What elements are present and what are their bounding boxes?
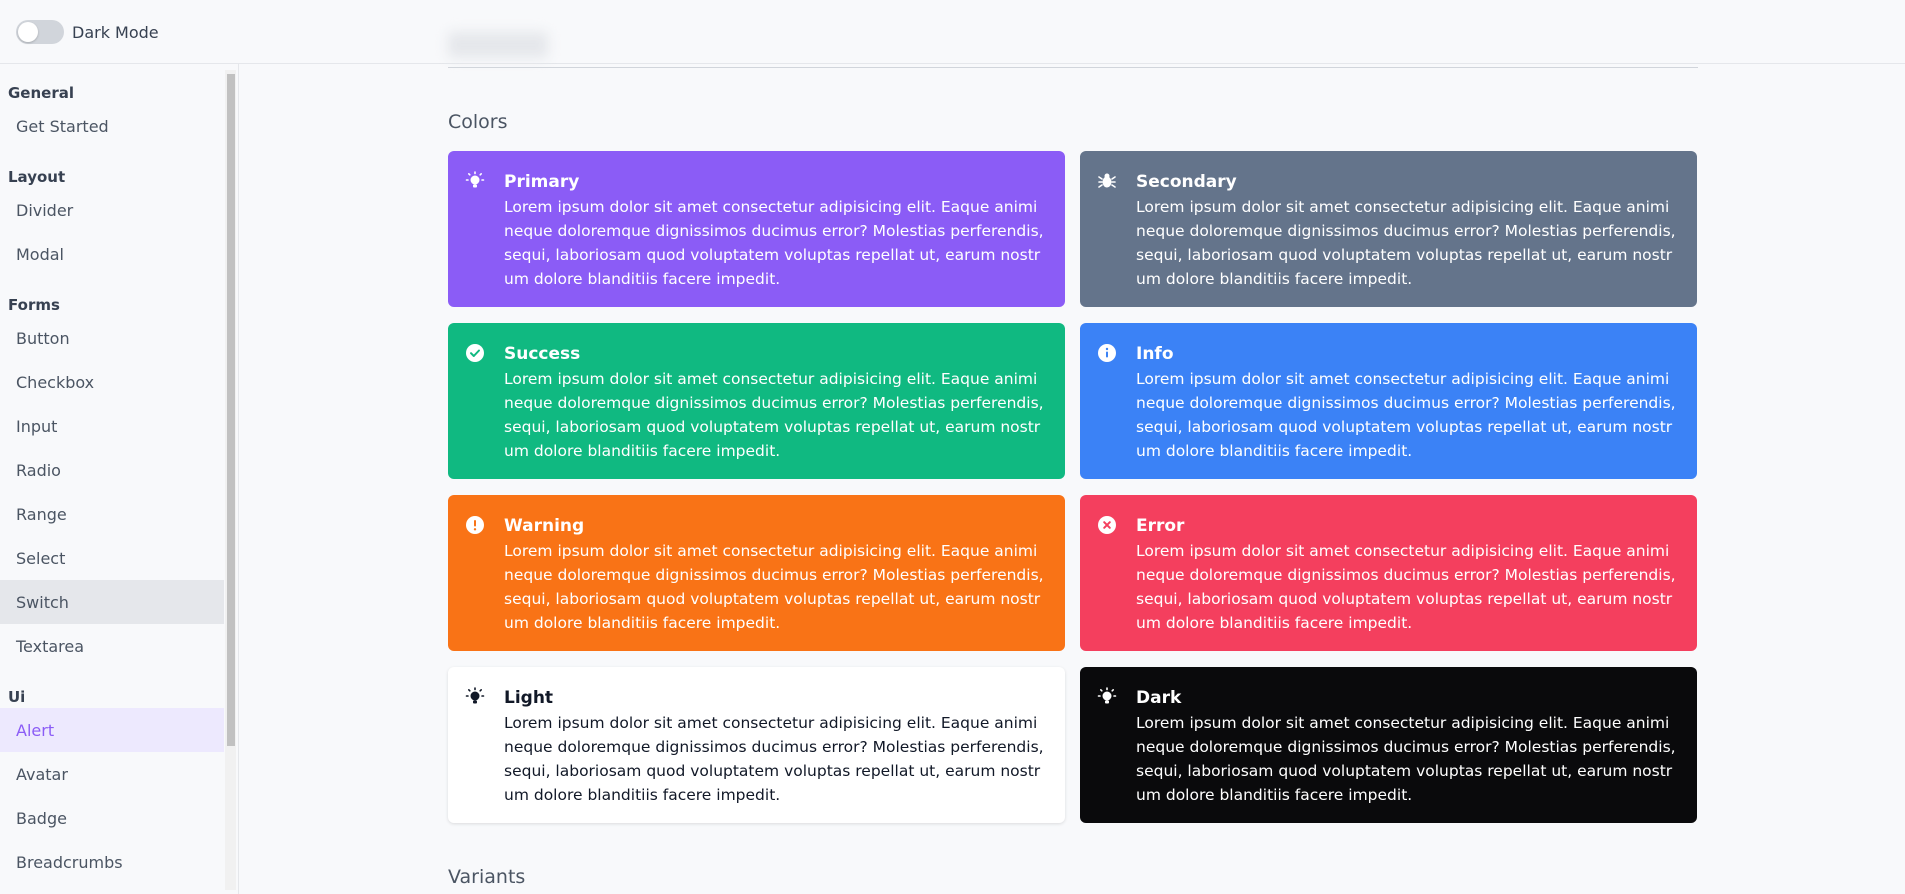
sidebar-item-select[interactable]: Select (0, 536, 224, 580)
sidebar-item-input[interactable]: Input (0, 404, 224, 448)
sidebar-item-range[interactable]: Range (0, 492, 224, 536)
lightbulb-icon (465, 171, 485, 191)
dark-mode-control: Dark Mode (16, 20, 159, 44)
alert-text: Lorem ipsum dolor sit amet consectetur a… (1136, 714, 1676, 804)
sidebar-item-textarea[interactable]: Textarea (0, 624, 224, 668)
exclamation-circle-icon (465, 515, 485, 535)
alert-text: Lorem ipsum dolor sit amet consectetur a… (504, 714, 1044, 804)
sidebar-item-modal[interactable]: Modal (0, 232, 224, 276)
alert-text: Lorem ipsum dolor sit amet consectetur a… (504, 370, 1044, 460)
alert-text: Lorem ipsum dolor sit amet consectetur a… (1136, 198, 1676, 288)
alert-text: Lorem ipsum dolor sit amet consectetur a… (504, 542, 1044, 632)
alert-info: Info Lorem ipsum dolor sit amet consecte… (1080, 323, 1697, 479)
alert-secondary: Secondary Lorem ipsum dolor sit amet con… (1080, 151, 1697, 307)
alert-title: Dark (1136, 688, 1182, 708)
title-divider (448, 67, 1698, 68)
sidebar: General Get Started Layout Divider Modal… (0, 64, 239, 894)
alert-light: Light Lorem ipsum dolor sit amet consect… (448, 667, 1065, 823)
alert-success: Success Lorem ipsum dolor sit amet conse… (448, 323, 1065, 479)
sidebar-section-layout: Layout (8, 168, 66, 186)
alert-dark: Dark Lorem ipsum dolor sit amet consecte… (1080, 667, 1697, 823)
alert-title: Secondary (1136, 172, 1237, 192)
top-bar: Dark Mode (0, 0, 1905, 64)
alert-title: Info (1136, 344, 1174, 364)
sidebar-item-badge[interactable]: Badge (0, 796, 224, 840)
colors-heading: Colors (448, 111, 508, 133)
alert-title: Primary (504, 172, 580, 192)
sidebar-item-radio[interactable]: Radio (0, 448, 224, 492)
page-title-blurred (448, 32, 548, 58)
sidebar-section-ui: Ui (8, 688, 26, 706)
alert-text: Lorem ipsum dolor sit amet consectetur a… (504, 198, 1044, 288)
alert-text: Lorem ipsum dolor sit amet consectetur a… (1136, 370, 1676, 460)
lightbulb-icon (1097, 687, 1117, 707)
info-circle-icon (1097, 343, 1117, 363)
alert-title: Error (1136, 516, 1185, 536)
sidebar-section-forms: Forms (8, 296, 60, 314)
toggle-knob (18, 22, 38, 42)
check-circle-icon (465, 343, 485, 363)
alert-warning: Warning Lorem ipsum dolor sit amet conse… (448, 495, 1065, 651)
sidebar-scrollbar-thumb[interactable] (227, 74, 235, 746)
alert-text: Lorem ipsum dolor sit amet consectetur a… (1136, 542, 1676, 632)
sidebar-item-avatar[interactable]: Avatar (0, 752, 224, 796)
lightbulb-icon (465, 687, 485, 707)
alert-title: Success (504, 344, 581, 364)
alert-title: Warning (504, 516, 585, 536)
dark-mode-label: Dark Mode (72, 22, 159, 42)
dark-mode-toggle[interactable] (16, 20, 64, 44)
variants-heading: Variants (448, 866, 526, 888)
sidebar-item-checkbox[interactable]: Checkbox (0, 360, 224, 404)
sidebar-item-breadcrumbs[interactable]: Breadcrumbs (0, 840, 224, 884)
bug-icon (1097, 171, 1117, 191)
sidebar-item-button[interactable]: Button (0, 316, 224, 360)
sidebar-section-general: General (8, 84, 74, 102)
alert-primary: Primary Lorem ipsum dolor sit amet conse… (448, 151, 1065, 307)
sidebar-item-divider[interactable]: Divider (0, 188, 224, 232)
sidebar-item-get-started[interactable]: Get Started (0, 104, 224, 148)
sidebar-item-alert[interactable]: Alert (0, 708, 224, 752)
x-circle-icon (1097, 515, 1117, 535)
sidebar-item-switch[interactable]: Switch (0, 580, 224, 624)
alert-error: Error Lorem ipsum dolor sit amet consect… (1080, 495, 1697, 651)
alert-title: Light (504, 688, 554, 708)
